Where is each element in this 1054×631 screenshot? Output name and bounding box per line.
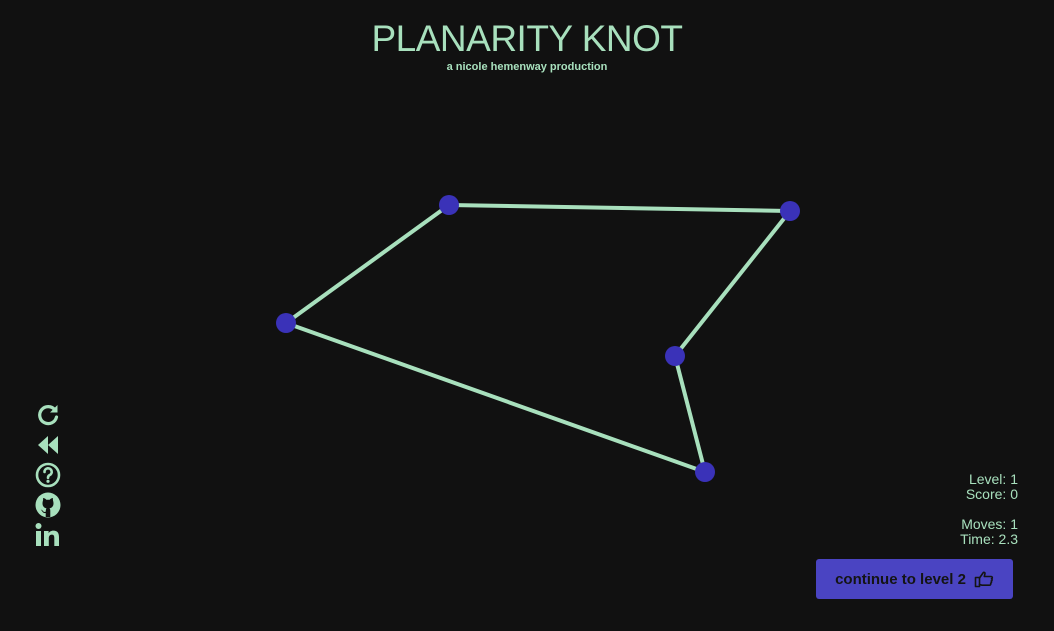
restart-icon[interactable] — [34, 401, 62, 429]
graph-edges — [284, 203, 792, 474]
rewind-icon[interactable] — [34, 431, 62, 459]
score-readout: Score: 0 — [966, 487, 1018, 502]
header: PLANARITY KNOT a nicole hemenway product… — [0, 18, 1054, 74]
graph-edge-n4-n5 — [284, 321, 707, 474]
continue-button-label: continue to level 2 — [835, 570, 966, 588]
moves-readout: Moves: 1 — [960, 517, 1018, 532]
graph-edge-n5-n1 — [284, 203, 451, 325]
moves-time-panel: Moves: 1 Time: 2.3 — [960, 517, 1018, 547]
time-label: Time: — [960, 531, 995, 547]
graph-edge-n1-n2 — [447, 203, 792, 213]
github-icon[interactable] — [34, 491, 62, 519]
game-board[interactable] — [0, 0, 1054, 631]
help-icon[interactable] — [34, 461, 62, 489]
graph-node-n5[interactable] — [276, 313, 296, 333]
level-value: 1 — [1010, 471, 1018, 487]
page-title: PLANARITY KNOT — [371, 18, 683, 59]
continue-button[interactable]: continue to level 2 — [816, 559, 1013, 599]
graph-node-n1[interactable] — [439, 195, 459, 215]
game-stage: PLANARITY KNOT a nicole hemenway product… — [0, 0, 1054, 631]
graph-node-n2[interactable] — [780, 201, 800, 221]
page-subtitle: a nicole hemenway production — [446, 61, 608, 73]
linkedin-icon[interactable] — [34, 521, 62, 549]
time-readout: Time: 2.3 — [960, 532, 1018, 547]
graph-nodes — [276, 195, 800, 482]
side-toolbar — [34, 401, 64, 551]
level-score-panel: Level: 1 Score: 0 — [966, 472, 1018, 502]
graph-edge-n2-n3 — [673, 209, 792, 358]
time-value: 2.3 — [998, 531, 1018, 547]
level-label: Level: — [968, 471, 1007, 487]
graph-node-n3[interactable] — [665, 346, 685, 366]
score-value: 0 — [1010, 486, 1018, 502]
score-label: Score: — [965, 486, 1007, 502]
pointing-hand-icon — [974, 571, 994, 588]
level-readout: Level: 1 — [966, 472, 1018, 487]
graph-edge-n3-n4 — [673, 354, 707, 474]
moves-value: 1 — [1010, 516, 1018, 532]
graph-node-n4[interactable] — [695, 462, 715, 482]
moves-label: Moves: — [961, 516, 1007, 532]
